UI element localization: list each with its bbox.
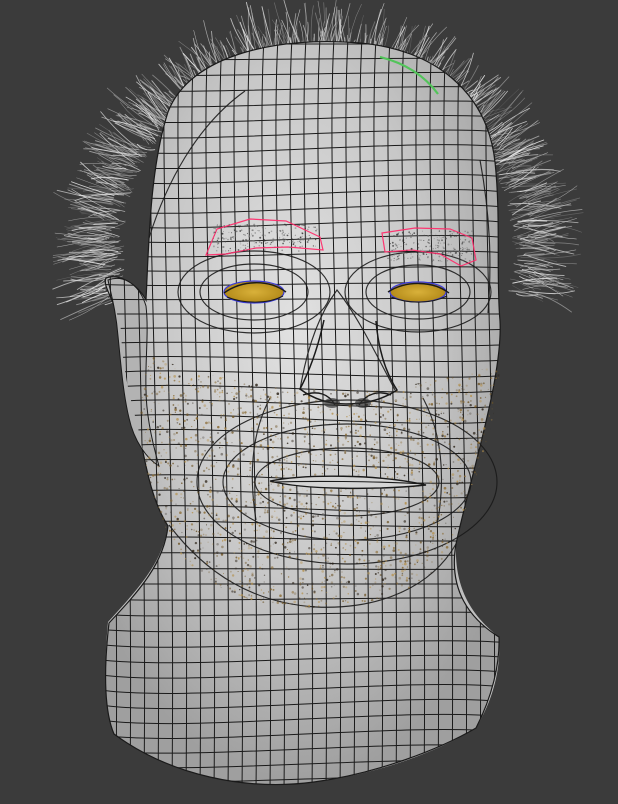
3d-viewport[interactable] xyxy=(0,0,618,804)
right-eye[interactable] xyxy=(389,281,447,303)
head-model-render[interactable] xyxy=(0,0,618,804)
